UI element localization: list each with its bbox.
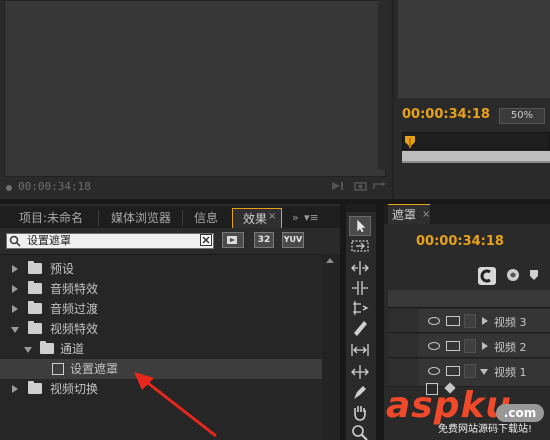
export-frame-icon[interactable] — [354, 181, 368, 191]
collapse-arrow-icon[interactable] — [24, 347, 32, 353]
rolling-edit-icon[interactable] — [349, 278, 371, 298]
folder-icon — [40, 341, 54, 354]
eye-icon[interactable] — [428, 367, 440, 375]
play-button-icon[interactable] — [330, 181, 344, 191]
expand-arrow-icon[interactable] — [12, 385, 18, 393]
accelerated-effects-icon[interactable] — [222, 232, 244, 248]
track-header-spacer — [388, 309, 418, 333]
tree-item-audio-effects[interactable]: 音频特效 — [0, 279, 322, 299]
folder-icon — [28, 281, 42, 294]
annotation-arrow-icon — [134, 372, 217, 438]
button-editor-icon[interactable] — [372, 181, 388, 191]
playhead-dot-icon — [6, 185, 12, 191]
tree-item-video-effects[interactable]: 视频特效 — [0, 319, 322, 339]
tab-divider — [182, 210, 183, 226]
more-tabs-icon[interactable]: » — [292, 208, 299, 228]
rate-stretch-icon[interactable] — [349, 298, 371, 318]
clear-search-icon[interactable] — [200, 234, 212, 246]
search-icon — [9, 235, 21, 247]
pen-icon[interactable] — [349, 382, 371, 402]
tools-panel-header — [346, 204, 376, 212]
timeline-timecode[interactable]: 00:00:34:18 — [416, 234, 504, 249]
tree-item-label: 视频切换 — [50, 382, 99, 396]
tab-info[interactable]: 信息 — [184, 208, 228, 228]
eye-icon[interactable] — [428, 342, 440, 350]
tab-media-browser[interactable]: 媒体浏览器 — [100, 208, 182, 228]
program-timecode[interactable]: 00:00:34:18 — [402, 107, 490, 122]
tree-item-channel[interactable]: 通道 — [0, 339, 322, 359]
source-monitor-viewport — [4, 0, 386, 177]
track-header-spacer — [388, 359, 418, 387]
collapse-arrow-icon[interactable] — [11, 327, 19, 333]
collapse-track-icon[interactable] — [480, 369, 488, 375]
filmstrip-icon[interactable] — [446, 366, 460, 376]
expand-track-icon[interactable] — [482, 317, 488, 325]
close-tab-icon[interactable]: × — [268, 212, 276, 222]
track-label: 视频 1 — [494, 366, 527, 379]
expand-track-icon[interactable] — [482, 342, 488, 350]
track-lock-toggle[interactable] — [464, 314, 476, 328]
scroll-up-icon[interactable] — [326, 258, 334, 263]
track-label: 视频 2 — [494, 341, 527, 354]
tab-effects-label: 效果 — [243, 212, 268, 226]
close-tab-icon[interactable]: × — [422, 205, 430, 225]
zoom-level-select[interactable]: 50% — [499, 108, 545, 124]
tree-item-label: 通道 — [60, 342, 85, 356]
video-track-3[interactable]: 视频 3 — [418, 309, 550, 333]
track-header-spacer — [388, 334, 418, 358]
expand-arrow-icon[interactable] — [12, 305, 18, 313]
expand-arrow-icon[interactable] — [12, 265, 18, 273]
razor-icon[interactable] — [349, 318, 371, 338]
track-lock-toggle[interactable] — [464, 364, 476, 378]
filmstrip-icon[interactable] — [446, 316, 460, 326]
snap-icon[interactable] — [478, 267, 496, 285]
program-time-ruler[interactable] — [402, 132, 550, 150]
folder-icon — [28, 261, 42, 274]
slide-icon[interactable] — [349, 362, 371, 382]
source-monitor-scrollbar[interactable] — [378, 0, 386, 170]
effect-icon — [52, 363, 64, 375]
tree-item-audio-transitions[interactable]: 音频过渡 — [0, 299, 322, 319]
search-value[interactable]: 设置遮罩 — [27, 233, 71, 249]
yuv-effects-button[interactable]: YUV — [282, 232, 304, 248]
zoom-icon[interactable] — [349, 422, 371, 440]
expand-arrow-icon[interactable] — [12, 285, 18, 293]
program-zoom-bar[interactable] — [402, 151, 550, 163]
folder-icon — [28, 301, 42, 314]
track-lock-toggle[interactable] — [464, 339, 476, 353]
folder-icon — [28, 381, 42, 394]
program-monitor-viewport — [398, 0, 550, 98]
set-marker-icon[interactable] — [506, 268, 520, 282]
timeline-time-ruler[interactable] — [388, 290, 550, 308]
selection-tool-icon[interactable] — [349, 216, 371, 236]
video-track-2[interactable]: 视频 2 — [418, 334, 550, 358]
tree-item-label: 音频特效 — [50, 282, 99, 296]
source-timecode[interactable]: 00:00:34:18 — [18, 180, 91, 193]
panel-divider[interactable] — [376, 204, 384, 440]
tab-divider — [98, 210, 99, 226]
panel-menu-icon[interactable]: ▾≡ — [304, 208, 319, 228]
marker-icon[interactable] — [530, 270, 538, 280]
slip-icon[interactable] — [349, 340, 371, 360]
eye-icon[interactable] — [428, 317, 440, 325]
track-label: 视频 3 — [494, 316, 527, 329]
watermark-subtitle: 免费网站源码下载站! — [438, 424, 533, 435]
hand-icon[interactable] — [349, 402, 371, 422]
tree-item-label: 音频过渡 — [50, 302, 99, 316]
tab-project[interactable]: 项目:未命名 — [4, 208, 98, 228]
effects-tree-scrollbar[interactable] — [322, 254, 340, 440]
track-select-icon[interactable] — [349, 236, 371, 256]
filmstrip-icon[interactable] — [446, 341, 460, 351]
tree-item-presets[interactable]: 预设 — [0, 259, 322, 279]
folder-icon — [28, 321, 42, 334]
32bit-effects-button[interactable]: 32 — [254, 232, 274, 248]
tree-item-label: 设置遮罩 — [70, 362, 119, 376]
ripple-edit-icon[interactable] — [349, 258, 371, 278]
tree-item-label: 预设 — [50, 262, 75, 276]
playhead-icon[interactable] — [405, 136, 415, 148]
tree-item-label: 视频特效 — [50, 322, 99, 336]
